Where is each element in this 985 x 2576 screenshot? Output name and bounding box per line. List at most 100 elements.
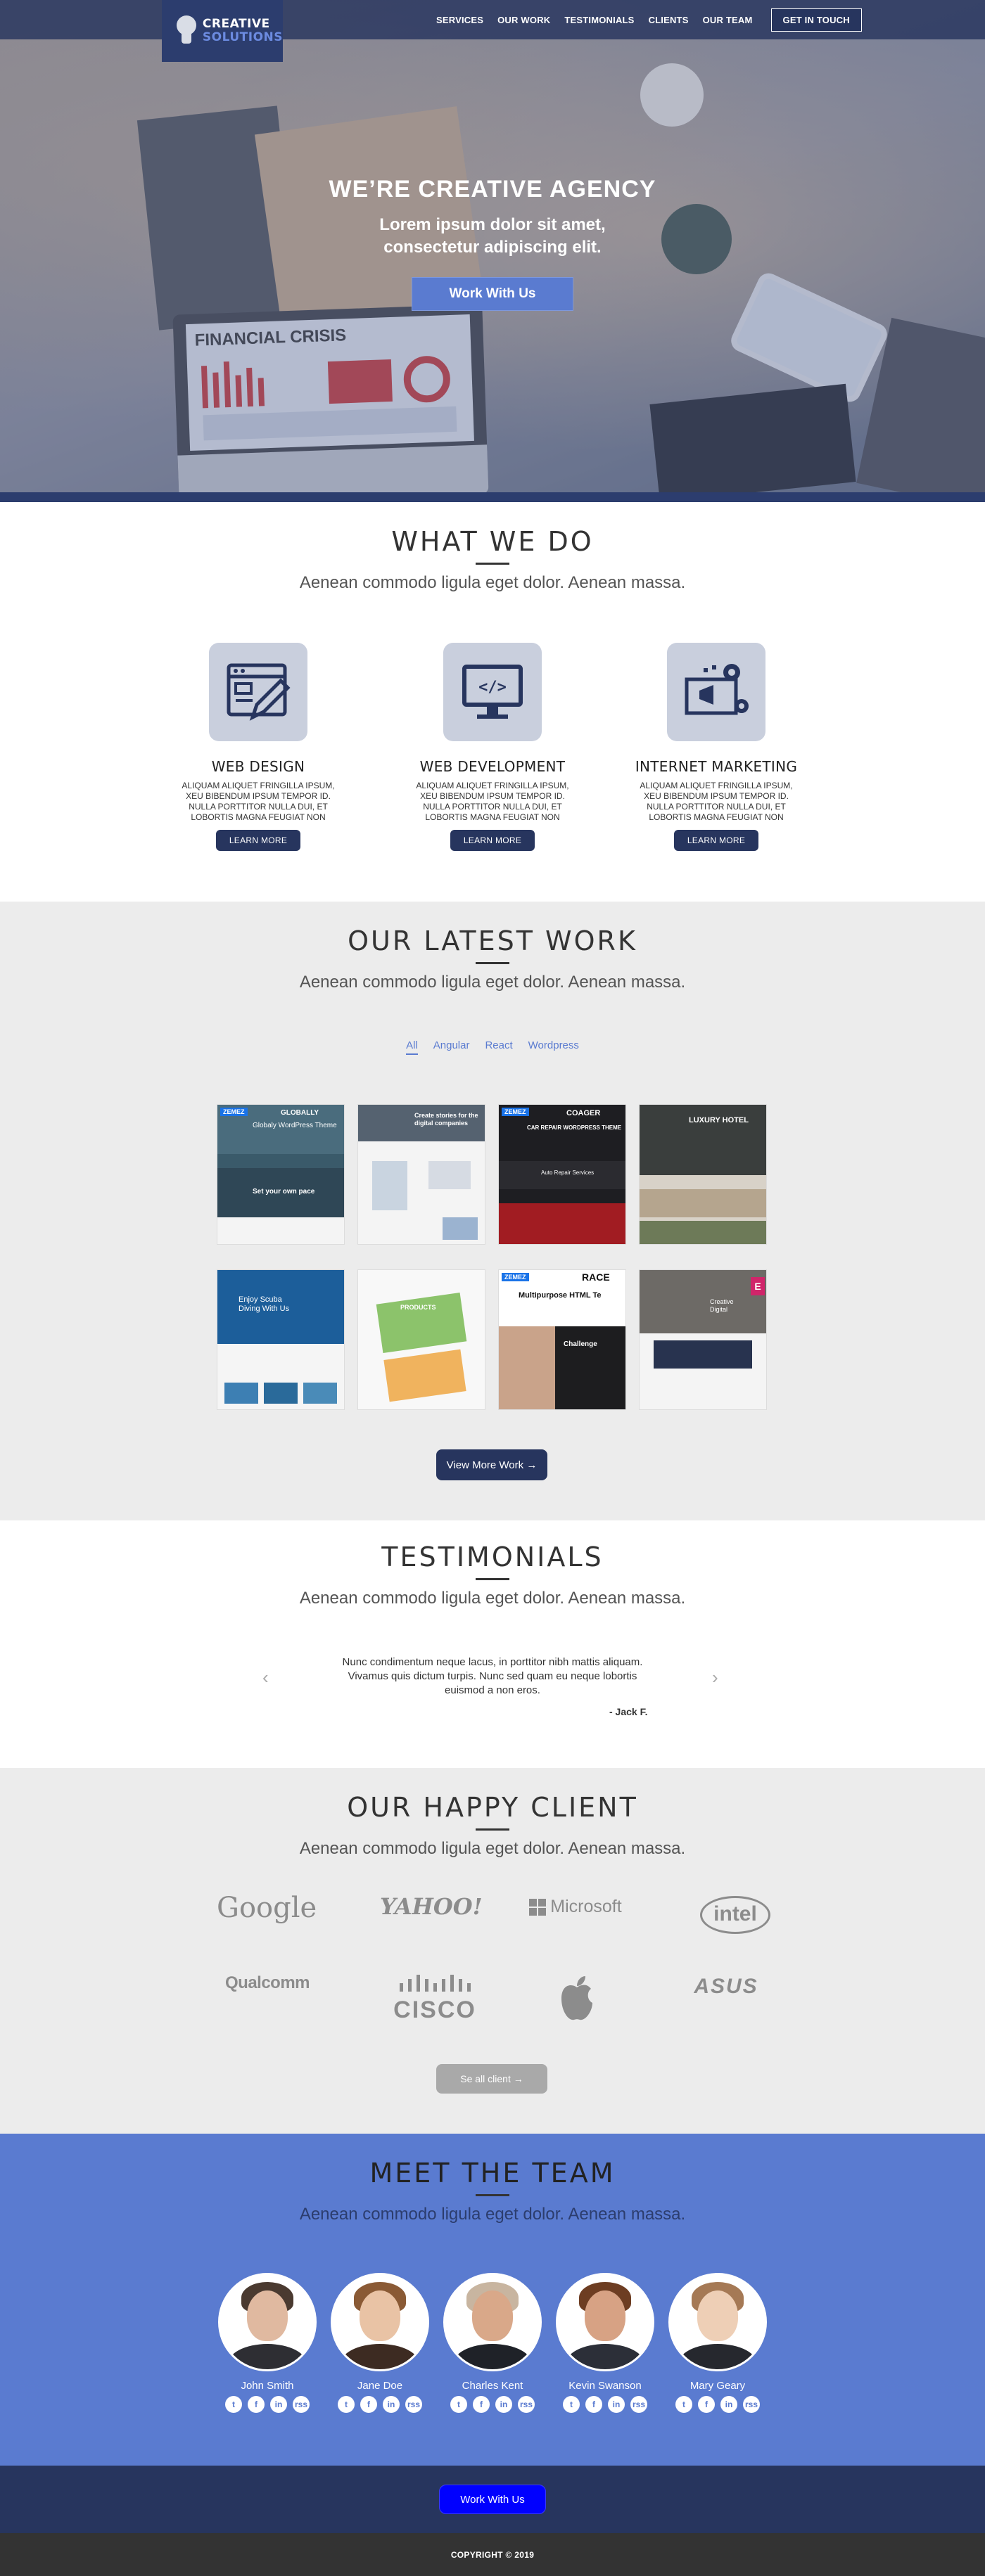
linkedin-icon[interactable]: in	[720, 2396, 737, 2413]
linkedin-icon[interactable]: in	[270, 2396, 287, 2413]
nav-testimonials[interactable]: TESTIMONIALS	[564, 15, 634, 25]
client-logo-asus: ASUS	[694, 1975, 758, 1998]
facebook-icon[interactable]: f	[360, 2396, 377, 2413]
filter-angular[interactable]: Angular	[433, 1039, 470, 1055]
avatar	[331, 2273, 429, 2371]
service-title: INTERNET MARKETING	[635, 758, 798, 775]
nav-clients[interactable]: CLIENTS	[649, 15, 689, 25]
rss-icon[interactable]: rss	[743, 2396, 760, 2413]
testimonials-title: TESTIMONIALS	[381, 1542, 604, 1572]
avatar	[443, 2273, 542, 2371]
member-socials: t f in rss	[668, 2396, 767, 2413]
work-thumb-scuba[interactable]: Enjoy Scuba Diving With Us	[217, 1269, 345, 1410]
thumb-sub: CAR REPAIR WORDPRESS THEME	[527, 1124, 622, 1131]
team-title-rule	[476, 2194, 509, 2196]
facebook-icon[interactable]: f	[248, 2396, 265, 2413]
twitter-icon[interactable]: t	[338, 2396, 355, 2413]
footer-work-with-us-button[interactable]: Work With Us	[439, 2485, 546, 2514]
rss-icon[interactable]: rss	[518, 2396, 535, 2413]
twitter-icon[interactable]: t	[675, 2396, 692, 2413]
rss-icon[interactable]: rss	[630, 2396, 647, 2413]
work-thumb-digital-companies[interactable]: Create stories for the digital companies	[357, 1104, 485, 1245]
work-with-us-button[interactable]: Work With Us	[412, 277, 573, 311]
linkedin-icon[interactable]: in	[495, 2396, 512, 2413]
team-subtitle: Aenean commodo ligula eget dolor. Aenean…	[299, 2205, 686, 2224]
get-in-touch-button[interactable]: GET IN TOUCH	[770, 8, 862, 32]
work-thumb-products[interactable]: PRODUCTS	[357, 1269, 485, 1410]
client-logo-cisco: CISCO	[386, 1973, 484, 2024]
service-description: ALIQUAM ALIQUET FRINGILLA IPSUM, XEU BIB…	[416, 781, 569, 822]
avatar	[556, 2273, 654, 2371]
rss-icon[interactable]: rss	[405, 2396, 422, 2413]
member-name: John Smith	[241, 2380, 294, 2392]
twitter-icon[interactable]: t	[563, 2396, 580, 2413]
work-thumb-creative-digital[interactable]: E Creative Digital	[639, 1269, 767, 1410]
member-name: Jane Doe	[357, 2380, 403, 2392]
twitter-icon[interactable]: t	[450, 2396, 467, 2413]
clients-title: OUR HAPPY CLIENT	[347, 1792, 638, 1823]
team-member: John Smith t f in rss	[218, 2273, 317, 2413]
testimonial-next-arrow[interactable]: ›	[712, 1667, 718, 1689]
hero-bottom-strip	[0, 492, 985, 502]
thumb-label: PRODUCTS	[400, 1304, 436, 1311]
avatar	[218, 2273, 317, 2371]
code-monitor-icon: </>	[443, 643, 542, 741]
work-thumb-luxury-hotel[interactable]: LUXURY HOTEL	[639, 1104, 767, 1245]
learn-more-button[interactable]: LEARN MORE	[674, 830, 758, 851]
cisco-bars-icon	[400, 1975, 471, 1992]
team-member: Jane Doe t f in rss	[331, 2273, 429, 2413]
filter-react[interactable]: React	[485, 1039, 512, 1055]
main-nav: SERVICES OUR WORK TESTIMONIALS CLIENTS O…	[436, 0, 862, 39]
team-member: Kevin Swanson t f in rss	[556, 2273, 654, 2413]
work-thumb-coager[interactable]: ZEMEZ COAGER CAR REPAIR WORDPRESS THEME …	[498, 1104, 626, 1245]
see-all-clients-button[interactable]: Se all client →	[436, 2064, 547, 2094]
work-thumb-globaly[interactable]: ZEMEZ GLOBALLY Globaly WordPress Theme S…	[217, 1104, 345, 1245]
clients-title-rule	[476, 1828, 509, 1831]
web-design-icon	[209, 643, 307, 741]
team-member: Mary Geary t f in rss	[668, 2273, 767, 2413]
service-description: ALIQUAM ALIQUET FRINGILLA IPSUM, XEU BIB…	[182, 781, 335, 822]
testimonial-prev-arrow[interactable]: ‹	[262, 1667, 269, 1689]
hero-subheadline: Lorem ipsum dolor sit amet, consectetur …	[0, 214, 985, 259]
thumb-caption: Auto Repair Services	[541, 1170, 595, 1176]
work-filters: All Angular React Wordpress	[0, 1039, 985, 1055]
facebook-icon[interactable]: f	[473, 2396, 490, 2413]
site-logo[interactable]: CREATIVE SOLUTIONS	[162, 0, 283, 62]
filter-wordpress[interactable]: Wordpress	[528, 1039, 579, 1055]
services-title-rule	[476, 563, 509, 565]
thumb-badge: E	[751, 1277, 765, 1295]
service-description: ALIQUAM ALIQUET FRINGILLA IPSUM, XEU BIB…	[640, 781, 793, 822]
filter-all[interactable]: All	[406, 1039, 418, 1055]
member-socials: t f in rss	[218, 2396, 317, 2413]
client-logo-apple	[556, 1975, 598, 2023]
twitter-icon[interactable]: t	[225, 2396, 242, 2413]
testimonials-subtitle: Aenean commodo ligula eget dolor. Aenean…	[299, 1589, 686, 1608]
learn-more-button[interactable]: LEARN MORE	[216, 830, 300, 851]
thumb-label: RACE	[582, 1271, 610, 1283]
member-name: Charles Kent	[462, 2380, 523, 2392]
member-socials: t f in rss	[331, 2396, 429, 2413]
rss-icon[interactable]: rss	[293, 2396, 310, 2413]
hero-headline: WE’RE CREATIVE AGENCY	[329, 176, 656, 203]
testimonials-title-rule	[476, 1578, 509, 1580]
linkedin-icon[interactable]: in	[383, 2396, 400, 2413]
nav-our-work[interactable]: OUR WORK	[497, 15, 550, 25]
service-title: WEB DEVELOPMENT	[419, 758, 566, 775]
team-title: MEET THE TEAM	[369, 2158, 616, 2189]
nav-our-team[interactable]: OUR TEAM	[703, 15, 753, 25]
thumb-sub: Globaly WordPress Theme	[253, 1122, 337, 1129]
cisco-wordmark: CISCO	[393, 1997, 476, 2023]
logo-line-2: SOLUTIONS	[202, 30, 283, 44]
zemez-badge: ZEMEZ	[502, 1273, 529, 1281]
hero-sub-line-2: consectetur adipiscing elit.	[383, 238, 602, 257]
learn-more-button[interactable]: LEARN MORE	[450, 830, 535, 851]
nav-services[interactable]: SERVICES	[436, 15, 483, 25]
facebook-icon[interactable]: f	[585, 2396, 602, 2413]
work-thumb-race[interactable]: ZEMEZ RACE Multipurpose HTML Te Challeng…	[498, 1269, 626, 1410]
thumb-label: LUXURY HOTEL	[689, 1116, 749, 1124]
view-more-work-button[interactable]: View More Work →	[436, 1449, 547, 1480]
client-logo-google: Google	[217, 1892, 317, 1924]
member-socials: t f in rss	[443, 2396, 542, 2413]
facebook-icon[interactable]: f	[698, 2396, 715, 2413]
linkedin-icon[interactable]: in	[608, 2396, 625, 2413]
